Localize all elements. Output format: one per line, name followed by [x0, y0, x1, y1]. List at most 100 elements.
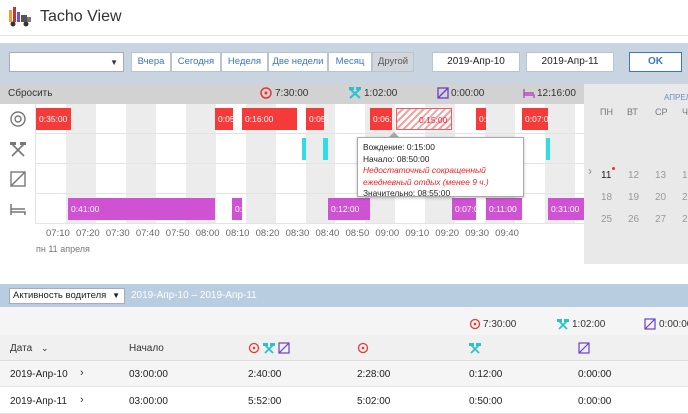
calendar-day[interactable]: 2: [682, 192, 688, 203]
work-segment[interactable]: [546, 138, 550, 160]
today-button[interactable]: Сегодня: [171, 52, 221, 72]
calendar-day-header: Ч: [682, 107, 688, 117]
time-tick-label: 07:20: [75, 228, 100, 239]
app-title: Tacho View: [40, 8, 122, 25]
rest-segment[interactable]: 0:31:00: [548, 198, 584, 220]
driving-segment[interactable]: 0:05: [306, 108, 324, 130]
work-segment[interactable]: [323, 138, 328, 160]
tooltip-significant: Значительно: 08:55:00: [363, 188, 451, 198]
calendar-day[interactable]: 12: [628, 170, 639, 181]
time-tick-label: 07:40: [135, 228, 160, 239]
chevron-right-icon[interactable]: ›: [80, 367, 84, 379]
driving-violation-segment[interactable]: 0:15:00: [396, 108, 452, 130]
calendar-day[interactable]: 1: [682, 170, 688, 181]
availability-icon: [578, 342, 590, 354]
driving-segment[interactable]: 0:05: [476, 108, 486, 130]
driver-select[interactable]: ▼: [9, 52, 124, 72]
rest-segment[interactable]: 0:0: [232, 198, 242, 220]
calendar-day[interactable]: 20: [655, 192, 666, 203]
steering-wheel-icon: [260, 87, 272, 99]
time-tick-label: 08:10: [225, 228, 250, 239]
calendar-day[interactable]: 18: [601, 192, 612, 203]
custom-button[interactable]: Другой: [372, 52, 414, 72]
start-column-header[interactable]: Начало: [129, 343, 164, 354]
month-button[interactable]: Месяц: [328, 52, 372, 72]
time-tick-label: 07:50: [165, 228, 190, 239]
time-tick-label: 08:20: [255, 228, 280, 239]
calendar-day[interactable]: 25: [601, 214, 612, 225]
event-dot-icon: [612, 167, 615, 170]
calendar-day[interactable]: 27: [655, 214, 666, 225]
calendar-panel: АПРЕЛ ПН ВТ СР Ч › 11 12 13 1 18 19 20 2…: [584, 84, 688, 264]
chevron-left-icon[interactable]: ›: [588, 164, 592, 178]
time-tick-label: 07:10: [46, 228, 70, 239]
bed-icon: [10, 204, 26, 215]
rest-segment[interactable]: 0:11:00: [486, 198, 522, 220]
row-total: 5:52:00: [248, 396, 282, 407]
calendar-day[interactable]: 19: [628, 192, 639, 203]
calendar-day[interactable]: 11: [601, 170, 611, 181]
rest-total: 12:16:00: [537, 88, 576, 99]
two-weeks-button[interactable]: Две недели: [268, 52, 328, 72]
driving-segment[interactable]: 0:06:0: [370, 108, 392, 130]
availability-icon: [437, 87, 449, 99]
time-tick-label: 09:20: [435, 228, 460, 239]
work-segment[interactable]: [302, 138, 306, 160]
calendar-day-header: СР: [655, 107, 668, 117]
date-to-input[interactable]: 2019-Апр-11: [526, 52, 614, 72]
row-work: 0:50:00: [469, 396, 503, 407]
activity-type-select[interactable]: Активность водителя ▼: [9, 288, 125, 304]
axis-date-label: пн 11 апреля: [36, 244, 90, 254]
calendar-day-header: ВТ: [627, 107, 638, 117]
time-tick-label: 09:10: [405, 228, 430, 239]
time-tick-label: 08:00: [195, 228, 220, 239]
tooltip-start: Начало: 08:50:00: [363, 153, 430, 164]
rest-segment[interactable]: 0:12:00: [328, 198, 370, 220]
table-row[interactable]: 2019-Апр-10 › 03:00:00 2:40:00 2:28:00 0…: [0, 361, 688, 387]
work-total: 1:02:00: [364, 88, 398, 99]
hammers-icon: [557, 319, 569, 330]
date-from-input[interactable]: 2019-Апр-10: [432, 52, 520, 72]
steering-wheel-icon: [248, 342, 260, 354]
calendar-day[interactable]: 13: [655, 170, 666, 181]
availability-icon: [10, 171, 26, 187]
hammers-icon: [349, 87, 361, 99]
driving-segment[interactable]: 0:05: [215, 108, 233, 130]
rest-segment[interactable]: 0:41:00: [68, 198, 215, 220]
steering-wheel-icon: [10, 111, 26, 127]
driving-segment[interactable]: 0:16:00: [242, 108, 297, 130]
tooltip-warning-line2: ежедневный отдых (менее 9 ч.): [363, 176, 489, 187]
report-driving-total: 7:30:00: [483, 319, 517, 330]
rest-segment[interactable]: 0:07:00: [452, 198, 476, 220]
time-tick-label: 08:30: [285, 228, 310, 239]
report-range-separator: –: [191, 290, 198, 301]
reset-button[interactable]: Сбросить: [8, 88, 52, 99]
availability-icon: [278, 342, 290, 354]
row-driving: 2:28:00: [357, 369, 391, 380]
tooltip-warning-line1: Недостаточный сокращенный: [363, 165, 486, 175]
report-totals: 7:30:00 1:02:00 0:00:00: [0, 307, 688, 335]
week-button[interactable]: Неделя: [221, 52, 268, 72]
driving-segment[interactable]: 0:35:00: [36, 108, 71, 130]
row-work: 0:12:00: [469, 369, 503, 380]
app-header: Tacho View: [0, 0, 688, 36]
date-column-header[interactable]: Дата ⌄: [10, 343, 48, 354]
yesterday-button[interactable]: Вчера: [131, 52, 171, 72]
activity-report-toolbar: Активность водителя ▼ 2019-Апр-10 – 2019…: [0, 284, 688, 307]
time-tick-label: 08:40: [315, 228, 340, 239]
report-availability-total: 0:00:00: [659, 319, 688, 330]
chevron-down-icon: ▼: [112, 291, 120, 300]
period-toolbar: ▼ Вчера Сегодня Неделя Две недели Месяц …: [0, 43, 688, 84]
chevron-down-icon: ▼: [110, 58, 118, 67]
timeline-summary-bar: Сбросить 7:30:00 1:02:00 0:00:00 12:16:0…: [0, 84, 584, 104]
time-axis: пн 11 апреля 07:10 07:20 07:30 07:40 07:50 08…: [0, 224, 584, 264]
driving-segment[interactable]: 0:07:00: [522, 108, 548, 130]
bed-icon: [523, 89, 535, 98]
ok-button[interactable]: OK: [629, 52, 682, 72]
calendar-day[interactable]: 2: [682, 214, 688, 225]
chevron-right-icon[interactable]: ›: [80, 394, 84, 406]
row-availability: 0:00:00: [578, 396, 612, 407]
chevron-down-icon: ⌄: [40, 343, 49, 353]
table-row[interactable]: 2019-Апр-11 › 03:00:00 5:52:00 5:02:00 0…: [0, 388, 688, 414]
calendar-day[interactable]: 26: [628, 214, 639, 225]
